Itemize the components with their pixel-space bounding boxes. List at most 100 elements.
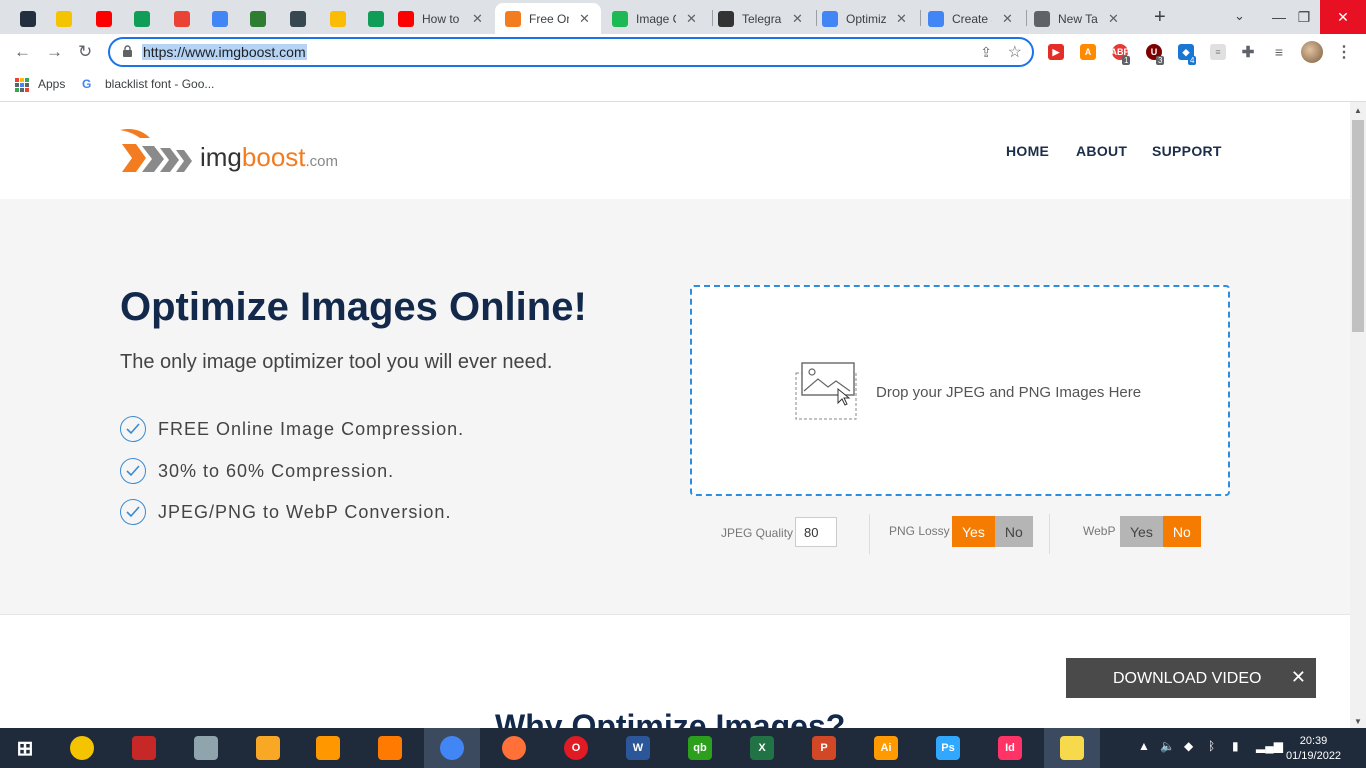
tab-close-icon[interactable]: ✕ (792, 11, 803, 27)
url-text[interactable]: https://www.imgboost.com (142, 44, 307, 60)
firefox-button[interactable] (486, 728, 542, 768)
quickbooks-button[interactable]: qb (672, 728, 728, 768)
browser-tab[interactable] (134, 3, 170, 34)
browser-tab[interactable]: Free On ✕ (495, 3, 601, 34)
browser-tab[interactable]: Create a ✕ (918, 3, 1022, 34)
illustrator-button[interactable]: Ai (858, 728, 914, 768)
extensions-puzzle-icon[interactable]: ✚ (1240, 44, 1256, 61)
reload-button[interactable]: ↻ (78, 42, 92, 62)
indesign-icon: Id (998, 736, 1022, 760)
hero-subtitle: The only image optimizer tool you will e… (120, 351, 553, 373)
word-button[interactable]: W (610, 728, 666, 768)
browser-tab[interactable] (212, 3, 248, 34)
opera-button[interactable]: O (548, 728, 604, 768)
color-picker-ext-icon[interactable]: ≡ (1210, 44, 1226, 60)
bookmark-star-icon[interactable]: ☆ (1008, 42, 1022, 62)
profile-avatar[interactable] (1301, 41, 1323, 63)
tab-close-icon[interactable]: ✕ (686, 11, 697, 27)
nav-about[interactable]: ABOUT (1076, 143, 1127, 159)
back-button[interactable]: ← (14, 42, 31, 62)
video-player-button[interactable] (300, 728, 356, 768)
docs-icon (822, 10, 838, 27)
tab-close-icon[interactable]: ✕ (472, 11, 483, 27)
file-explorer-icon (256, 736, 280, 760)
xilisoft-button[interactable] (116, 728, 172, 768)
volume-icon[interactable]: 🔈 (1160, 739, 1175, 753)
amazon-assistant-icon[interactable]: A (1080, 44, 1096, 60)
nav-support[interactable]: SUPPORT (1152, 143, 1222, 159)
bookmarks-bar: Apps G blacklist font - Goo... (0, 70, 1366, 102)
jpeg-quality-input[interactable]: 80 (795, 517, 837, 547)
browser-tab[interactable] (96, 3, 132, 34)
browser-tab[interactable] (290, 3, 326, 34)
norton-taskbar-icon (70, 736, 94, 760)
media-button[interactable] (178, 728, 234, 768)
windows-taskbar: ▲ 🔈 ◆ ᛒ ▮ ▂▄▆ 20:39 01/19/2022 ⊞ O Wqb X P Ai… (0, 728, 1366, 768)
browser-tab[interactable] (330, 3, 366, 34)
png-lossy-no-button[interactable]: No (994, 516, 1033, 547)
tab-title: How to (422, 11, 460, 26)
vlc-button[interactable] (362, 728, 418, 768)
image-drop-zone[interactable]: Drop your JPEG and PNG Images Here (690, 285, 1230, 496)
feature-item: JPEG/PNG to WebP Conversion. (120, 499, 451, 525)
scrollbar-thumb[interactable] (1352, 120, 1364, 332)
png-lossy-yes-button[interactable]: Yes (952, 516, 995, 547)
webp-no-button[interactable]: No (1162, 516, 1201, 547)
nav-home[interactable]: HOME (1006, 143, 1049, 159)
browser-tab[interactable]: New Tab ✕ (1024, 3, 1130, 34)
browser-tab[interactable] (56, 3, 92, 34)
tab-close-icon[interactable]: ✕ (1108, 11, 1119, 27)
menu-kebab-icon[interactable]: ⋮ (1336, 44, 1352, 61)
page-scrollbar[interactable]: ▲ ▼ (1350, 102, 1366, 728)
norton-taskbar-button[interactable] (54, 728, 110, 768)
apps-grid-icon[interactable] (15, 78, 29, 92)
tab-close-icon[interactable]: ✕ (579, 11, 590, 27)
scroll-down-icon[interactable]: ▼ (1354, 717, 1362, 726)
sticky-notes-button[interactable] (1044, 728, 1100, 768)
imgboost-logo[interactable]: imgboost.com (118, 124, 358, 180)
browser-tab[interactable]: Optimiz ✕ (812, 3, 916, 34)
forward-button[interactable]: → (46, 42, 63, 62)
google-icon: G (82, 77, 92, 91)
chrome-taskbar-button[interactable] (424, 728, 480, 768)
download-video-label[interactable]: DOWNLOAD VIDEO (1113, 670, 1261, 688)
browser-tab[interactable] (174, 3, 210, 34)
youtube-ext-icon[interactable]: ▶ (1048, 44, 1064, 60)
browser-tab[interactable]: Image C ✕ (602, 3, 708, 34)
tab-search-chevron-icon[interactable]: ⌄ (1234, 8, 1245, 24)
tray-chevron-icon[interactable]: ▲ (1138, 739, 1150, 753)
bluetooth-icon[interactable]: ᛒ (1208, 739, 1215, 753)
share-icon[interactable]: ⇪ (980, 44, 992, 61)
close-icon[interactable]: ✕ (1291, 667, 1306, 688)
lock-icon[interactable] (122, 45, 133, 57)
hero-title: Optimize Images Online! (120, 285, 587, 329)
webp-yes-button[interactable]: Yes (1120, 516, 1163, 547)
system-clock[interactable]: 20:39 01/19/2022 (1286, 734, 1341, 764)
battery-icon[interactable]: ▮ (1232, 739, 1239, 753)
feature-text: 30% to 60% Compression. (158, 460, 395, 481)
close-window-button[interactable]: ✕ (1320, 0, 1366, 34)
browser-tab[interactable]: How to ✕ (388, 3, 494, 34)
powerpoint-button[interactable]: P (796, 728, 852, 768)
excel-button[interactable]: X (734, 728, 790, 768)
address-bar[interactable]: https://www.imgboost.com ⇪ ☆ (108, 37, 1034, 67)
bookmark-blacklist-font[interactable]: blacklist font - Goo... (105, 77, 214, 91)
dropbox-icon[interactable]: ◆ (1184, 739, 1193, 753)
file-explorer-button[interactable] (240, 728, 296, 768)
photoshop-button[interactable]: Ps (920, 728, 976, 768)
scroll-up-icon[interactable]: ▲ (1354, 106, 1362, 115)
network-icon[interactable]: ▂▄▆ (1256, 739, 1283, 753)
browser-tab[interactable] (250, 3, 286, 34)
indesign-button[interactable]: Id (982, 728, 1038, 768)
tab-title: Image C (636, 11, 676, 26)
new-tab-button[interactable]: + (1154, 6, 1166, 29)
bookmark-apps[interactable]: Apps (38, 77, 65, 91)
tab-close-icon[interactable]: ✕ (1002, 11, 1013, 27)
tab-close-icon[interactable]: ✕ (896, 11, 907, 27)
browser-tab[interactable]: Telegra ✕ (708, 3, 812, 34)
windows-start-button[interactable]: ⊞ (0, 728, 50, 768)
media-control-icon[interactable]: ≡ (1271, 44, 1287, 60)
download-video-banner[interactable]: DOWNLOAD VIDEO ✕ (1066, 658, 1316, 698)
browser-tab[interactable] (20, 3, 56, 34)
logo-wordmark: imgboost.com (200, 142, 338, 173)
